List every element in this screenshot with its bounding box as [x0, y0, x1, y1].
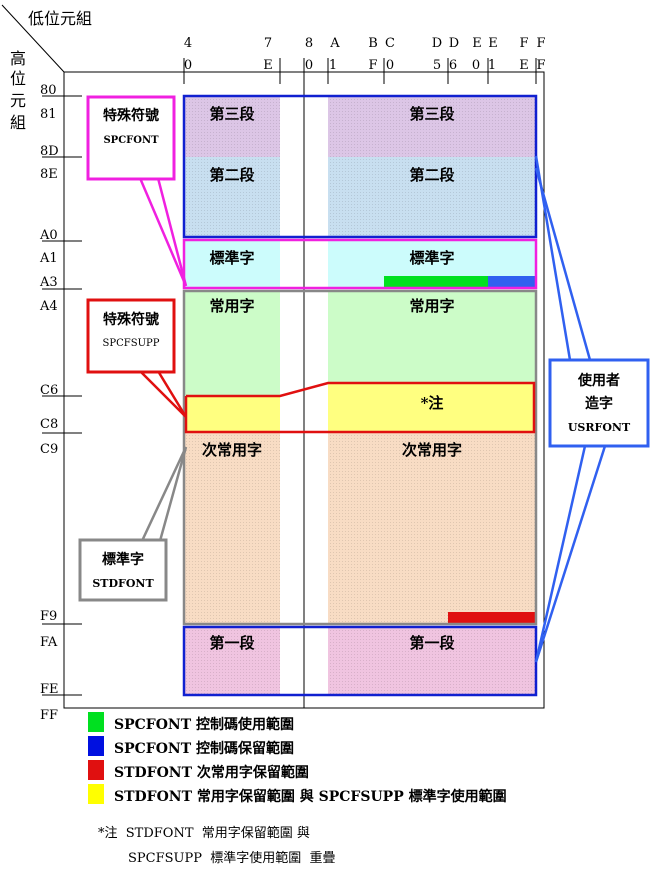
region-label-second-right: 第二段 — [409, 166, 454, 184]
region-label-less-common-right: 次常用字 — [402, 441, 462, 459]
encoding-range-diagram: 低位元組 高 位 元 組 4 7 8 A B C D D E E F F 0 E… — [1, 4, 650, 866]
hex-top: E — [472, 36, 482, 51]
hex-second: E — [519, 58, 529, 73]
hex-second: 0 — [184, 58, 192, 73]
usrfont-pointer-line — [534, 445, 587, 663]
stdfont-callout: 標準字 STDFONT — [78, 446, 188, 602]
hex-second: 1 — [488, 58, 496, 73]
region-label-less-common-left: 次常用字 — [202, 441, 262, 459]
less-common-right-dots — [328, 433, 536, 624]
high-byte-title: 高 位 元 組 — [10, 49, 26, 132]
row-ticks — [42, 95, 82, 696]
hex-top: 7 — [264, 36, 272, 51]
region-label-first-left: 第一段 — [209, 634, 254, 652]
footnote: *注 STDFONT 常用字保留範圍 與 SPCFSUPP 標準字使用範圍 重疊 — [98, 826, 336, 866]
stdfont-callout-code: STDFONT — [92, 577, 154, 590]
region-label-standard-right: 標準字 — [409, 249, 454, 267]
region-label-common-left: 常用字 — [209, 297, 254, 315]
stdfont-callout-title: 標準字 — [102, 551, 144, 568]
hex-second: 0 — [386, 58, 394, 73]
region-label-standard-left: 標準字 — [209, 249, 254, 267]
row-label: 81 — [40, 107, 57, 122]
hex-top: F — [519, 36, 528, 51]
hex-top: 4 — [184, 36, 192, 51]
usrfont-pointer-line — [534, 445, 607, 663]
less-common-region — [184, 433, 536, 624]
region-label-third-right: 第三段 — [409, 105, 454, 123]
column-ticks — [183, 58, 537, 84]
footnote-line1: *注 STDFONT 常用字保留範圍 與 — [98, 826, 310, 841]
hex-second: 6 — [449, 58, 457, 73]
hex-top: B — [368, 36, 378, 51]
less-common-left-dots — [184, 433, 280, 624]
column-hex-labels: 4 7 8 A B C D D E E F F 0 E 0 1 F 0 5 6 … — [184, 36, 546, 73]
hex-second: 1 — [329, 58, 337, 73]
row-label: A4 — [39, 299, 58, 314]
row-label: F9 — [40, 609, 57, 624]
hex-top: A — [329, 36, 340, 51]
footnote-line2: SPCFSUPP 標準字使用範圍 重疊 — [128, 850, 336, 866]
hex-top: D — [449, 36, 459, 51]
usrfont-callout-line2: 造字 — [585, 395, 613, 412]
legend: SPCFONT 控制碼使用範圍 SPCFONT 控制碼保留範圍 STDFONT … — [88, 712, 507, 805]
spcfont-callout-code: SPCFONT — [103, 135, 159, 146]
stdfont-callout-pointer — [140, 446, 188, 543]
legend-swatch-yellow — [88, 784, 104, 804]
spcfsupp-callout-box — [86, 298, 176, 374]
hex-top: D — [432, 36, 442, 51]
hex-top: F — [536, 36, 545, 51]
hex-second: 0 — [305, 58, 313, 73]
row-label: FA — [40, 635, 58, 650]
spcfsupp-callout-title: 特殊符號 — [103, 311, 159, 328]
legend-swatch-green — [88, 712, 104, 732]
high-byte-title-char: 元 — [10, 91, 26, 110]
legend-text-red: STDFONT 次常用字保留範圍 — [114, 764, 309, 781]
hex-second: F — [536, 58, 545, 73]
control-code-reserved-bar — [488, 276, 536, 287]
row-label: FF — [40, 708, 58, 723]
usrfont-callout: 使用者 造字 USRFONT — [534, 155, 650, 663]
spcfont-callout-title: 特殊符號 — [103, 107, 159, 124]
legend-text-yellow: STDFONT 常用字保留範圍 與 SPCFSUPP 標準字使用範圍 — [114, 788, 507, 805]
region-label-first-right: 第一段 — [409, 634, 454, 652]
row-label: 8E — [40, 167, 58, 182]
hex-second: F — [368, 58, 377, 73]
hex-top: 8 — [305, 36, 313, 51]
control-code-used-bar — [384, 276, 488, 287]
high-byte-title-char: 位 — [10, 69, 26, 88]
row-label: C8 — [40, 417, 58, 432]
region-label-common-right: 常用字 — [409, 297, 454, 315]
row-label: A3 — [39, 275, 58, 290]
overlap-left-fill — [184, 396, 280, 433]
usrfont-callout-line1: 使用者 — [577, 372, 620, 389]
region-label-note: *注 — [421, 394, 444, 412]
spcfont-callout-pointer — [138, 176, 188, 287]
row-label: A1 — [39, 251, 58, 266]
legend-swatch-red — [88, 760, 104, 780]
row-label: C9 — [40, 442, 58, 457]
stdfont-callout-box — [78, 538, 168, 602]
high-byte-title-char: 組 — [10, 113, 26, 132]
legend-swatch-blue — [88, 736, 104, 756]
low-byte-title: 低位元組 — [28, 9, 92, 28]
legend-text-blue: SPCFONT 控制碼保留範圍 — [114, 740, 294, 757]
spcfsupp-callout-code: SPCFSUPP — [103, 338, 160, 349]
high-byte-title-char: 高 — [10, 49, 26, 68]
hex-top: E — [488, 36, 498, 51]
hex-second: 0 — [472, 58, 480, 73]
usrfont-callout-code: USRFONT — [568, 421, 631, 434]
region-label-second-left: 第二段 — [209, 166, 254, 184]
less-common-reserved-bar — [448, 612, 536, 623]
hex-top: C — [385, 36, 395, 51]
hex-second: E — [263, 58, 273, 73]
spcfsupp-callout: 特殊符號 SPCFSUPP — [86, 298, 188, 418]
legend-text-green: SPCFONT 控制碼使用範圍 — [114, 716, 294, 733]
region-label-third-left: 第三段 — [209, 105, 254, 123]
hex-second: 5 — [433, 58, 441, 73]
spcfont-callout: 特殊符號 SPCFONT — [86, 95, 188, 287]
spcfsupp-callout-pointer — [136, 369, 188, 418]
row-hex-labels: 80 81 8D 8E A0 A1 A3 A4 C6 C8 C9 F9 FA F… — [39, 83, 59, 723]
